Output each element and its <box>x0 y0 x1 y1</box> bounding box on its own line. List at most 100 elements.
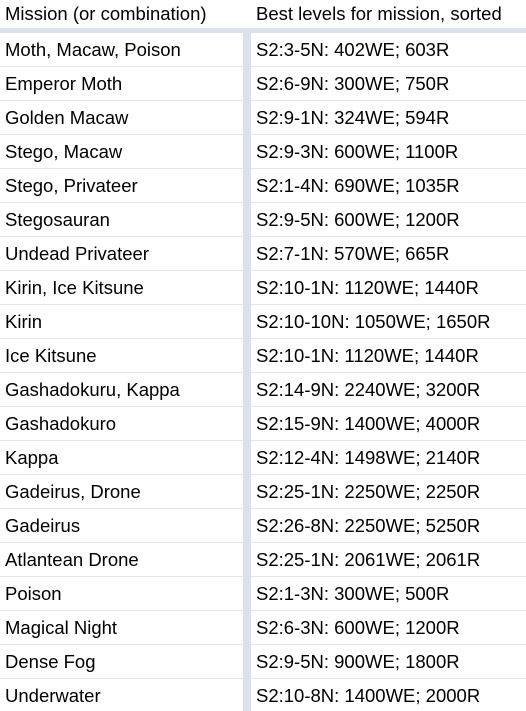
table-row[interactable]: Stego, Macaw S2:9-3N: 600WE; 1100R <box>0 135 526 169</box>
table-row[interactable]: Golden Macaw S2:9-1N: 324WE; 594R <box>0 101 526 135</box>
table-row[interactable]: Underwater S2:10-8N: 1400WE; 2000R <box>0 679 526 711</box>
cell-mission-text: Emperor Moth <box>5 73 123 94</box>
column-header-mission[interactable]: Mission (or combination) <box>0 0 243 33</box>
column-gap <box>243 101 251 135</box>
column-gap <box>243 407 251 441</box>
cell-mission[interactable]: Kappa <box>0 441 243 475</box>
cell-mission-text: Stego, Macaw <box>5 141 123 162</box>
column-gap <box>243 373 251 407</box>
cell-levels-text: S2:9-3N: 600WE; 1100R <box>256 141 459 162</box>
table-header: Mission (or combination) Best levels for… <box>0 0 526 33</box>
cell-mission-text: Moth, Macaw, Poison <box>5 39 181 60</box>
table-row[interactable]: Gadeirus, Drone S2:25-1N: 2250WE; 2250R <box>0 475 526 509</box>
cell-levels-text: S2:26-8N: 2250WE; 5250R <box>256 515 481 536</box>
cell-mission-text: Gashadokuru, Kappa <box>5 379 180 400</box>
cell-levels[interactable]: S2:1-4N: 690WE; 1035R <box>251 169 526 203</box>
cell-levels-text: S2:1-3N: 300WE; 500R <box>256 583 450 604</box>
cell-levels[interactable]: S2:6-9N: 300WE; 750R <box>251 67 526 101</box>
cell-levels[interactable]: S2:26-8N: 2250WE; 5250R <box>251 509 526 543</box>
cell-levels[interactable]: S2:10-1N: 1120WE; 1440R <box>251 271 526 305</box>
table-row[interactable]: Stego, Privateer S2:1-4N: 690WE; 1035R <box>0 169 526 203</box>
table-row[interactable]: Stegosauran S2:9-5N: 600WE; 1200R <box>0 203 526 237</box>
cell-mission-text: Kirin <box>5 311 43 332</box>
cell-mission[interactable]: Moth, Macaw, Poison <box>0 33 243 67</box>
cell-levels-text: S2:10-10N: 1050WE; 1650R <box>256 311 491 332</box>
cell-mission-text: Gashadokuro <box>5 413 117 434</box>
column-gap <box>243 169 251 203</box>
cell-levels[interactable]: S2:9-1N: 324WE; 594R <box>251 101 526 135</box>
column-header-levels[interactable]: Best levels for mission, sorted <box>251 0 526 33</box>
cell-mission[interactable]: Emperor Moth <box>0 67 243 101</box>
cell-mission[interactable]: Atlantean Drone <box>0 543 243 577</box>
cell-mission[interactable]: Magical Night <box>0 611 243 645</box>
cell-mission[interactable]: Poison <box>0 577 243 611</box>
table-row[interactable]: Moth, Macaw, Poison S2:3-5N: 402WE; 603R <box>0 33 526 67</box>
cell-mission[interactable]: Ice Kitsune <box>0 339 243 373</box>
cell-levels-text: S2:1-4N: 690WE; 1035R <box>256 175 460 196</box>
cell-levels[interactable]: S2:9-5N: 900WE; 1800R <box>251 645 526 679</box>
cell-levels[interactable]: S2:25-1N: 2250WE; 2250R <box>251 475 526 509</box>
cell-mission[interactable]: Gadeirus, Drone <box>0 475 243 509</box>
table-row[interactable]: Emperor Moth S2:6-9N: 300WE; 750R <box>0 67 526 101</box>
table-row[interactable]: Atlantean Drone S2:25-1N: 2061WE; 2061R <box>0 543 526 577</box>
cell-mission[interactable]: Underwater <box>0 679 243 711</box>
cell-levels[interactable]: S2:25-1N: 2061WE; 2061R <box>251 543 526 577</box>
cell-mission[interactable]: Stegosauran <box>0 203 243 237</box>
cell-levels[interactable]: S2:10-8N: 1400WE; 2000R <box>251 679 526 711</box>
table-row[interactable]: Kirin S2:10-10N: 1050WE; 1650R <box>0 305 526 339</box>
table-row[interactable]: Undead Privateer S2:7-1N: 570WE; 665R <box>0 237 526 271</box>
cell-levels[interactable]: S2:1-3N: 300WE; 500R <box>251 577 526 611</box>
table-header-row: Mission (or combination) Best levels for… <box>0 0 526 33</box>
column-gap <box>243 33 251 67</box>
column-gap <box>243 339 251 373</box>
cell-mission-text: Ice Kitsune <box>5 345 97 366</box>
cell-levels-text: S2:3-5N: 402WE; 603R <box>256 39 450 60</box>
column-gap <box>243 203 251 237</box>
column-gap <box>243 135 251 169</box>
cell-levels-text: S2:14-9N: 2240WE; 3200R <box>256 379 481 400</box>
column-gap <box>243 271 251 305</box>
cell-levels[interactable]: S2:7-1N: 570WE; 665R <box>251 237 526 271</box>
cell-levels[interactable]: S2:9-5N: 600WE; 1200R <box>251 203 526 237</box>
column-gap <box>243 543 251 577</box>
cell-mission-text: Gadeirus, Drone <box>5 481 141 502</box>
cell-mission[interactable]: Kirin <box>0 305 243 339</box>
table-row[interactable]: Gashadokuru, Kappa S2:14-9N: 2240WE; 3200… <box>0 373 526 407</box>
cell-levels[interactable]: S2:10-1N: 1120WE; 1440R <box>251 339 526 373</box>
cell-levels[interactable]: S2:3-5N: 402WE; 603R <box>251 33 526 67</box>
cell-mission-text: Underwater <box>5 685 101 706</box>
table-row[interactable]: Kirin, Ice Kitsune S2:10-1N: 1120WE; 1440… <box>0 271 526 305</box>
table-row[interactable]: Dense Fog S2:9-5N: 900WE; 1800R <box>0 645 526 679</box>
column-gap <box>243 509 251 543</box>
cell-levels-text: S2:9-1N: 324WE; 594R <box>256 107 450 128</box>
mission-levels-table: Mission (or combination) Best levels for… <box>0 0 526 711</box>
table-row[interactable]: Poison S2:1-3N: 300WE; 500R <box>0 577 526 611</box>
table-row[interactable]: Gadeirus S2:26-8N: 2250WE; 5250R <box>0 509 526 543</box>
table-row[interactable]: Magical Night S2:6-3N: 600WE; 1200R <box>0 611 526 645</box>
cell-levels[interactable]: S2:14-9N: 2240WE; 3200R <box>251 373 526 407</box>
cell-mission[interactable]: Stego, Privateer <box>0 169 243 203</box>
cell-mission[interactable]: Gadeirus <box>0 509 243 543</box>
cell-mission[interactable]: Gashadokuro <box>0 407 243 441</box>
cell-levels-text: S2:25-1N: 2061WE; 2061R <box>256 549 481 570</box>
cell-mission[interactable]: Golden Macaw <box>0 101 243 135</box>
cell-levels[interactable]: S2:15-9N: 1400WE; 4000R <box>251 407 526 441</box>
cell-mission[interactable]: Kirin, Ice Kitsune <box>0 271 243 305</box>
table-row[interactable]: Gashadokuro S2:15-9N: 1400WE; 4000R <box>0 407 526 441</box>
cell-levels-text: S2:10-1N: 1120WE; 1440R <box>256 277 479 298</box>
cell-levels-text: S2:10-1N: 1120WE; 1440R <box>256 345 479 366</box>
cell-levels[interactable]: S2:10-10N: 1050WE; 1650R <box>251 305 526 339</box>
table-row[interactable]: Kappa S2:12-4N: 1498WE; 2140R <box>0 441 526 475</box>
cell-mission[interactable]: Undead Privateer <box>0 237 243 271</box>
column-gap-header <box>243 0 251 33</box>
cell-mission-text: Undead Privateer <box>5 243 149 264</box>
cell-levels[interactable]: S2:6-3N: 600WE; 1200R <box>251 611 526 645</box>
cell-mission[interactable]: Stego, Macaw <box>0 135 243 169</box>
cell-levels[interactable]: S2:12-4N: 1498WE; 2140R <box>251 441 526 475</box>
cell-levels-text: S2:12-4N: 1498WE; 2140R <box>256 447 481 468</box>
cell-levels[interactable]: S2:9-3N: 600WE; 1100R <box>251 135 526 169</box>
column-gap <box>243 237 251 271</box>
table-row[interactable]: Ice Kitsune S2:10-1N: 1120WE; 1440R <box>0 339 526 373</box>
cell-mission[interactable]: Gashadokuru, Kappa <box>0 373 243 407</box>
cell-mission[interactable]: Dense Fog <box>0 645 243 679</box>
